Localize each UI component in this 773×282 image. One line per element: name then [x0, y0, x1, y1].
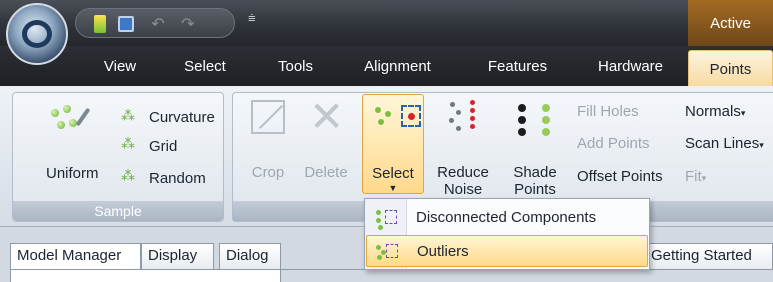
app-logo-icon [22, 20, 52, 48]
select-button[interactable]: Select ▼ [362, 94, 424, 194]
offset-points-button[interactable]: Offset Points [577, 168, 663, 185]
delete-button[interactable]: ✕ Delete [298, 94, 354, 186]
menu-item-outliers[interactable]: Outliers [366, 235, 648, 267]
outliers-icon [375, 242, 399, 262]
fit-dropdown[interactable]: Fit▾ [685, 168, 706, 187]
reduce-noise-icon [446, 100, 480, 134]
menu-item-label: Outliers [417, 243, 469, 260]
disconnected-components-icon [374, 208, 398, 230]
ribbon-tabs: View Select Tools Alignment Features Har… [0, 46, 773, 88]
delete-label: Delete [304, 164, 348, 181]
menu-item-disconnected-components[interactable]: Disconnected Components [366, 202, 648, 234]
add-points-button[interactable]: Add Points [577, 135, 650, 152]
select-label: Select [372, 165, 414, 182]
curvature-icon: ⁂ [121, 107, 135, 123]
grid-button[interactable]: Grid [149, 138, 177, 155]
crop-icon [251, 100, 285, 134]
save-icon[interactable] [116, 14, 136, 34]
delete-icon: ✕ [309, 93, 345, 140]
chevron-down-icon: ▾ [740, 108, 746, 118]
shade-points-label: Shade Points [513, 164, 557, 198]
tab-model-manager[interactable]: Model Manager [10, 243, 141, 269]
select-points-icon [401, 105, 421, 127]
uniform-sample-icon [51, 105, 91, 145]
crop-button[interactable]: Crop [240, 94, 296, 186]
tab-display[interactable]: Display [141, 243, 214, 269]
redo-icon[interactable]: ↷ [178, 14, 198, 34]
customize-toolbar-icon[interactable]: ⩧ [248, 10, 256, 26]
uniform-button[interactable]: Uniform [46, 165, 99, 182]
tab-points[interactable]: Points [688, 50, 773, 88]
reduce-noise-button[interactable]: Reduce Noise [430, 94, 496, 198]
application-menu-button[interactable] [6, 3, 68, 65]
tab-features[interactable]: Features [470, 46, 565, 86]
sample-group-caption: Sample [13, 201, 223, 221]
grid-icon: ⁂ [121, 135, 135, 151]
random-icon: ⁂ [121, 167, 135, 183]
random-button[interactable]: Random [149, 170, 206, 187]
fill-holes-button[interactable]: Fill Holes [577, 103, 639, 120]
tab-tools[interactable]: Tools [263, 46, 328, 86]
tab-select[interactable]: Select [170, 46, 240, 86]
menu-item-label: Disconnected Components [416, 209, 597, 226]
chevron-down-icon: ▾ [759, 140, 764, 150]
quick-access-toolbar: ↶ ↷ [75, 8, 235, 38]
chevron-down-icon: ▼ [388, 183, 398, 193]
shade-points-button[interactable]: Shade Points [505, 94, 565, 198]
normals-dropdown[interactable]: Normals▾ [685, 103, 745, 122]
active-context-label: Active [688, 0, 773, 46]
tab-dialog[interactable]: Dialog [219, 243, 281, 269]
crop-label: Crop [251, 164, 285, 181]
model-manager-panel [10, 269, 281, 282]
tab-view[interactable]: View [90, 46, 150, 86]
scan-lines-dropdown[interactable]: Scan Lines▾ [685, 135, 764, 154]
reduce-noise-label: Reduce Noise [437, 164, 489, 198]
points-dots-icon [375, 107, 395, 127]
chevron-down-icon: ▾ [701, 173, 707, 183]
sample-group: Uniform ⁂ Curvature ⁂ Grid ⁂ Random Samp… [12, 92, 224, 222]
title-bar: ↶ ↷ ⩧ Active [0, 0, 773, 46]
tab-alignment[interactable]: Alignment [345, 46, 450, 86]
tab-getting-started[interactable]: Getting Started [644, 243, 773, 269]
undo-icon[interactable]: ↶ [148, 14, 168, 34]
new-file-icon[interactable] [90, 14, 110, 34]
curvature-button[interactable]: Curvature [149, 109, 215, 126]
tab-hardware[interactable]: Hardware [583, 46, 678, 86]
select-dropdown-menu: Disconnected Components Outliers [364, 198, 650, 270]
shade-points-icon [518, 100, 552, 136]
